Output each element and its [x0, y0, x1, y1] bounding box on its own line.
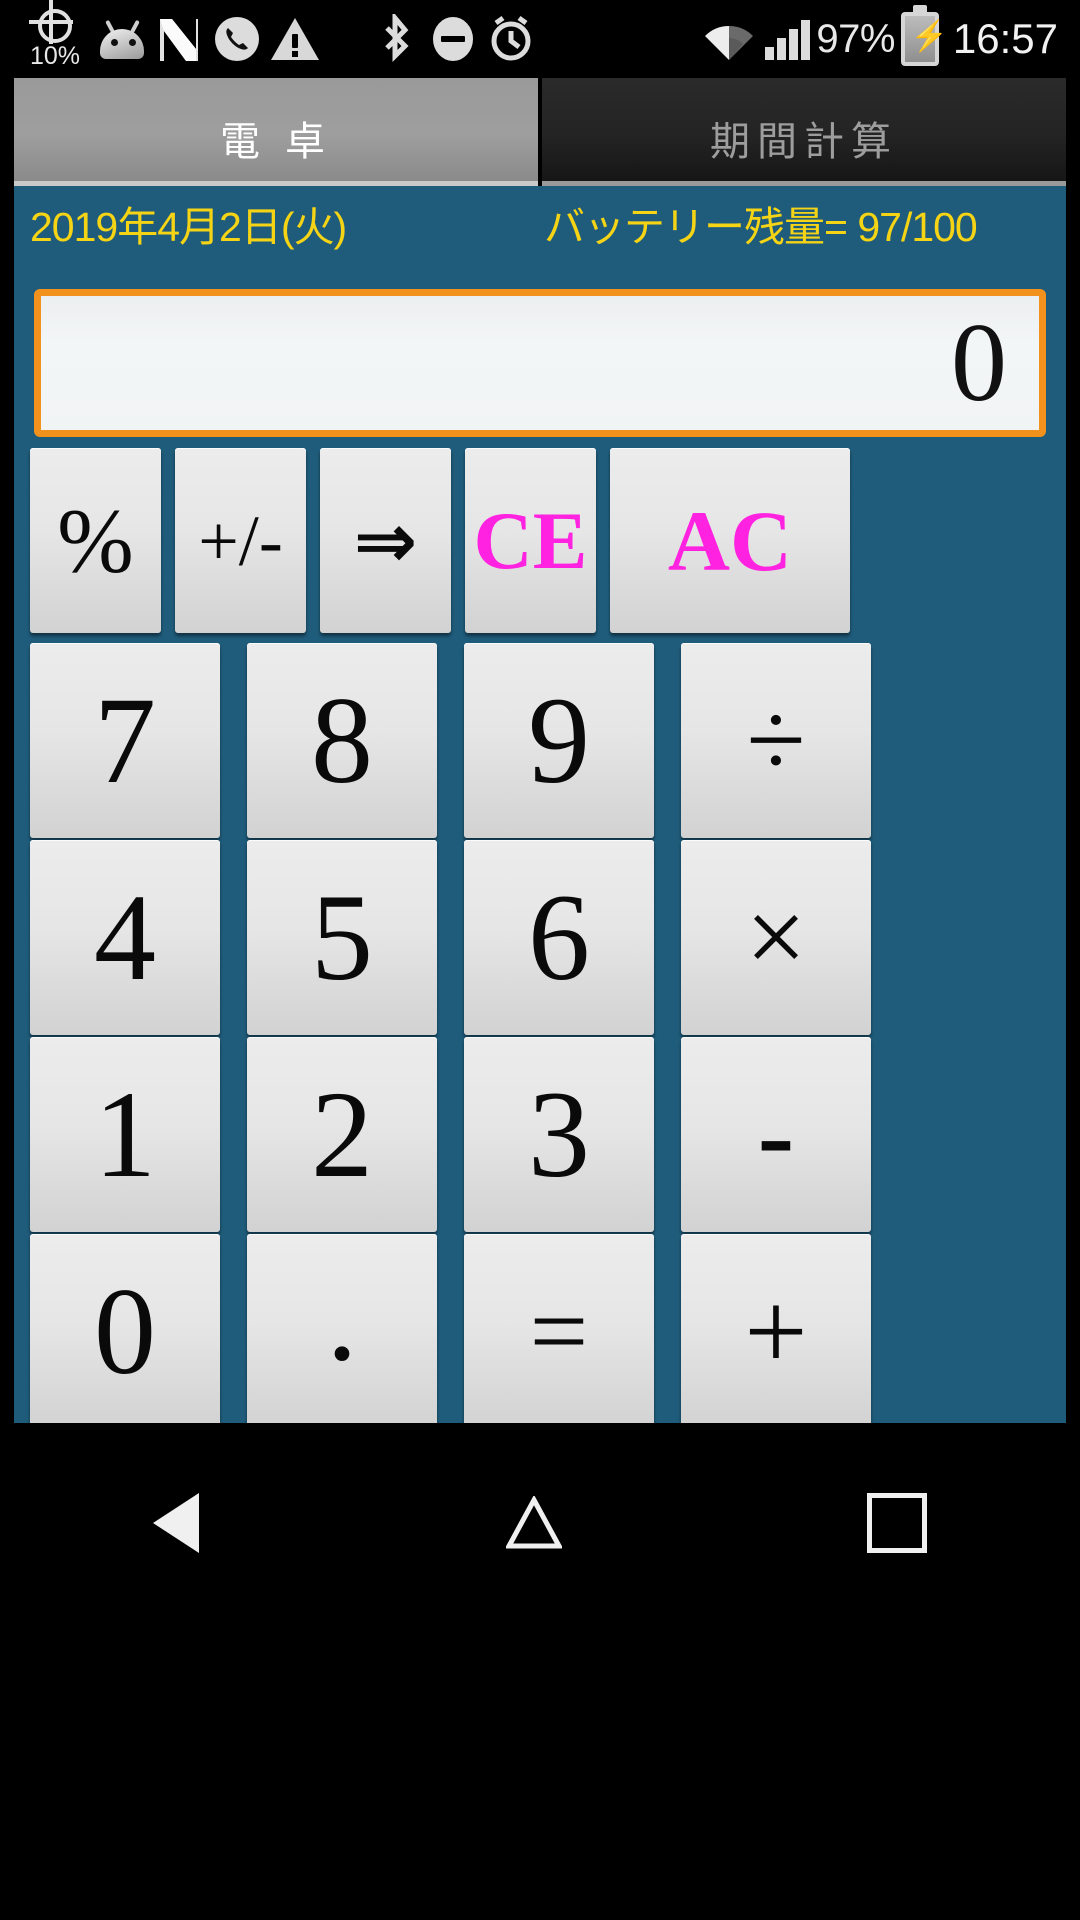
digit-2-key-label: 2 [311, 1065, 373, 1203]
percent-key[interactable]: % [30, 448, 161, 633]
digit-6-key-label: 6 [528, 868, 590, 1006]
app-root: 1 0% 97% ⚡ 16:57 電 卓 期間計算 2019年4月2日(火) バッ… [0, 0, 1080, 1920]
warning-triangle-glyph [271, 18, 319, 60]
system-navigation-bar [0, 1423, 1080, 1920]
tab-bar: 電 卓 期間計算 [0, 78, 1080, 186]
back-icon[interactable] [153, 1493, 200, 1553]
digit-1-key-label: 1 [94, 1065, 156, 1203]
numeric-keypad: 7 8 9 ÷ 4 5 6 × 1 2 3 - 0. = + [30, 643, 1050, 1431]
panel-header: 2019年4月2日(火) バッテリー残量= 97/100 [14, 186, 1066, 250]
keypad-row: 4 5 6 × [30, 840, 1050, 1035]
status-bar: 10% 97% ⚡ 16:57 [0, 0, 1080, 78]
percent-key-label: % [57, 489, 134, 592]
display-value: 0 [951, 301, 1007, 425]
nougat-n-icon [150, 7, 208, 71]
backspace-key-label: ⇒ [353, 495, 418, 585]
digit-5-key[interactable]: 5 [247, 840, 437, 1035]
current-date-label: 2019年4月2日(火) [30, 204, 347, 250]
digit-4-key[interactable]: 4 [30, 840, 220, 1035]
android-robot-glyph [96, 17, 146, 61]
clear-entry-key-label: CE [473, 494, 588, 586]
do-not-disturb-icon [424, 7, 482, 71]
multiply-key[interactable]: × [681, 840, 871, 1035]
clear-entry-key[interactable]: CE [465, 448, 596, 633]
divide-key[interactable]: ÷ [681, 643, 871, 838]
digit-2-key[interactable]: 2 [247, 1037, 437, 1232]
digit-1-key[interactable]: 1 [30, 1037, 220, 1232]
subtract-key[interactable]: - [681, 1037, 871, 1232]
tab-period-calculation-label: 期間計算 [710, 120, 898, 164]
digit-9-key-label: 9 [528, 671, 590, 809]
decimal-point-key-label: . [326, 1248, 358, 1386]
signal-bars-glyph [764, 18, 810, 60]
keypad-row: 7 8 9 ÷ [30, 643, 1050, 838]
warning-triangle-icon [266, 7, 324, 71]
digit-0-key[interactable]: 0 [30, 1234, 220, 1429]
digit-8-key-label: 8 [311, 671, 373, 809]
digit-9-key[interactable]: 9 [464, 643, 654, 838]
subtract-key-label: - [757, 1073, 795, 1196]
brightness-sun-glyph [29, 0, 73, 44]
add-key-label: + [744, 1269, 808, 1394]
charging-bolt-glyph: ⚡ [910, 20, 949, 53]
brightness-icon: 10% [22, 0, 88, 74]
tab-calculator[interactable]: 電 卓 [14, 78, 538, 186]
android-robot-icon [92, 7, 150, 71]
phone-icon [208, 7, 266, 71]
equals-key[interactable]: = [464, 1234, 654, 1429]
digit-8-key[interactable]: 8 [247, 643, 437, 838]
calculator-panel: 2019年4月2日(火) バッテリー残量= 97/100 0 % +/- ⇒ CE AC… [14, 186, 1066, 1429]
wifi-icon [700, 7, 758, 71]
clock-label: 16:57 [952, 15, 1058, 62]
tab-calculator-label: 電 卓 [219, 120, 333, 164]
digit-5-key-label: 5 [311, 868, 373, 1006]
sign-toggle-key-label: +/- [198, 500, 283, 581]
multiply-key-label: × [745, 877, 807, 997]
decimal-point-key[interactable]: . [247, 1234, 437, 1429]
home-icon[interactable] [505, 1496, 562, 1550]
backspace-key[interactable]: ⇒ [320, 448, 451, 633]
battery-percent-label: 97% [816, 16, 895, 61]
sign-toggle-key[interactable]: +/- [175, 448, 306, 633]
cellular-signal-icon [758, 7, 816, 71]
battery-charging-icon: ⚡ [900, 5, 948, 66]
equals-key-label: = [529, 1273, 589, 1389]
add-key[interactable]: + [681, 1234, 871, 1429]
keypad-row: 1 2 3 - [30, 1037, 1050, 1232]
alarm-clock-icon [482, 7, 540, 71]
digit-0-key-label: 0 [94, 1262, 156, 1400]
recents-icon[interactable] [866, 1493, 927, 1553]
keypad-row: 0. = + [30, 1234, 1050, 1429]
function-key-row: % +/- ⇒ CE AC [30, 448, 1050, 633]
digit-3-key-label: 3 [528, 1065, 590, 1203]
all-clear-key-label: AC [667, 492, 793, 589]
status-bar-right-icons: 97% ⚡ 16:57 [700, 5, 1080, 71]
divide-key-label: ÷ [746, 680, 806, 800]
digit-7-key-label: 7 [94, 671, 156, 809]
digit-6-key[interactable]: 6 [464, 840, 654, 1035]
digit-4-key-label: 4 [94, 868, 156, 1006]
calculator-display[interactable]: 0 [34, 289, 1046, 437]
bluetooth-icon [366, 7, 424, 71]
battery-remaining-label: バッテリー残量= 97/100 [544, 204, 978, 250]
brightness-level-label: 10% [29, 42, 81, 70]
tab-period-calculation[interactable]: 期間計算 [542, 78, 1066, 186]
status-bar-left-icons: 10% [0, 0, 540, 74]
all-clear-key[interactable]: AC [610, 448, 850, 633]
digit-3-key[interactable]: 3 [464, 1037, 654, 1232]
digit-7-key[interactable]: 7 [30, 643, 220, 838]
